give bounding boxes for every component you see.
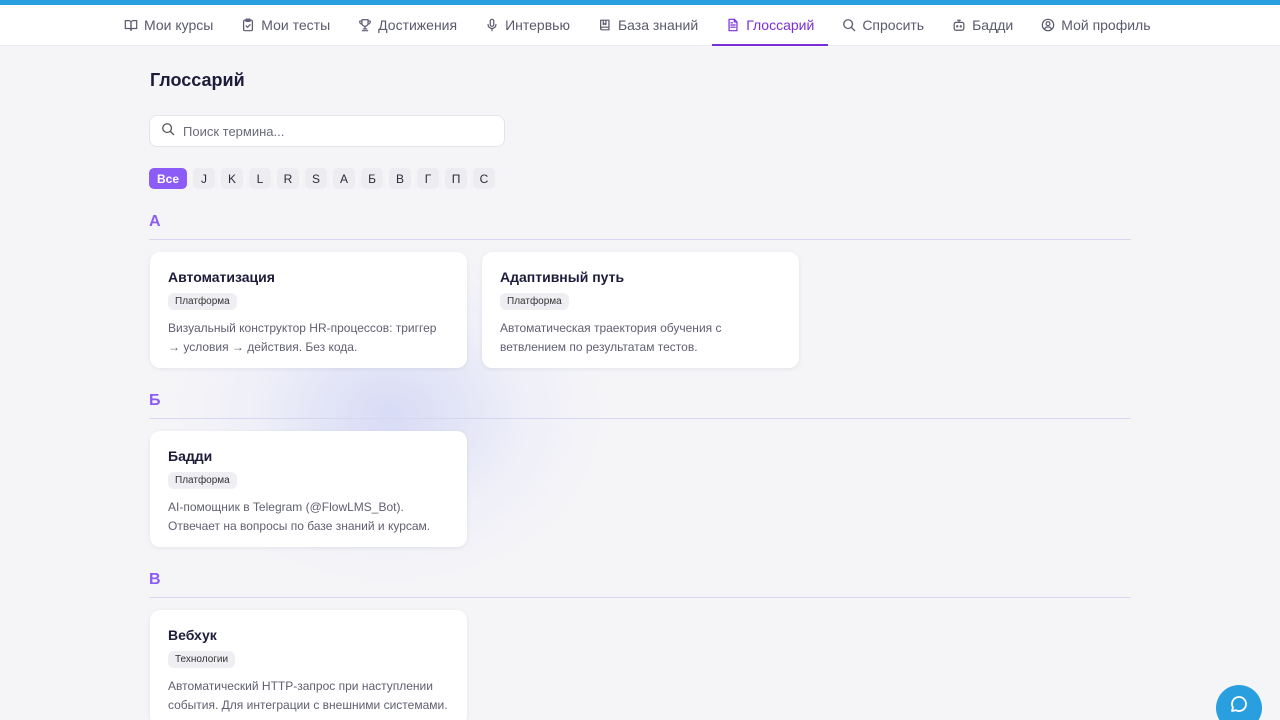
letter-filter-button[interactable]: R — [277, 168, 300, 189]
nav-item-label: Мои курсы — [144, 17, 214, 33]
nav-item-label: Бадди — [972, 17, 1014, 33]
nav-item-interview[interactable]: Интервью — [471, 5, 584, 45]
term-category-badge: Платформа — [168, 293, 237, 310]
search-icon — [161, 122, 175, 141]
term-title: Бадди — [168, 448, 213, 464]
nav-item-ask[interactable]: Спросить — [828, 5, 938, 45]
nav-item-my-profile[interactable]: Мой профиль — [1027, 5, 1164, 45]
term-category-badge: Платформа — [500, 293, 569, 310]
term-title: Адаптивный путь — [500, 269, 625, 285]
nav-item-my-courses[interactable]: Мои курсы — [110, 5, 227, 45]
nav-item-label: Спросить — [862, 17, 925, 33]
search-box[interactable] — [149, 115, 505, 147]
section-divider — [149, 418, 1131, 419]
term-title: Автоматизация — [168, 269, 275, 285]
letter-filter-button[interactable]: S — [305, 168, 328, 189]
nav-item-achievements[interactable]: Достижения — [344, 5, 471, 45]
microphone-icon — [485, 18, 499, 32]
term-card[interactable]: Бадди Платформа AI-помощник в Telegram (… — [150, 431, 467, 547]
page-title: Глоссарий — [150, 70, 245, 90]
term-description: AI-помощник в Telegram (@FlowLMS_Bot). О… — [168, 500, 431, 533]
search-icon — [842, 18, 856, 32]
letter-filter-button[interactable]: П — [445, 168, 468, 189]
user-circle-icon — [1041, 18, 1055, 32]
nav-item-label: Глоссарий — [746, 17, 815, 33]
search-input[interactable] — [183, 123, 483, 139]
nav-item-buddy[interactable]: Бадди — [938, 5, 1027, 45]
nav-item-my-tests[interactable]: Мои тесты — [227, 5, 344, 45]
section-heading: Б — [149, 392, 161, 409]
letter-filter-button[interactable]: K — [221, 168, 244, 189]
term-card[interactable]: Автоматизация Платформа Визуальный конст… — [150, 252, 467, 368]
nav-item-label: Интервью — [505, 17, 570, 33]
term-category-badge: Технологии — [168, 651, 236, 668]
book-icon — [598, 18, 612, 32]
letter-filter-button[interactable]: J — [193, 168, 216, 189]
term-card[interactable]: Адаптивный путь Платформа Автоматическая… — [482, 252, 799, 368]
letter-filter-button[interactable]: С — [473, 168, 496, 189]
nav-item-label: Мой профиль — [1061, 17, 1151, 33]
nav-item-label: База знаний — [617, 17, 699, 33]
file-text-icon — [726, 18, 740, 32]
clipboard-check-icon — [241, 18, 255, 32]
section-heading: В — [149, 571, 161, 588]
letter-filter: Все J K L R S А Б В Г П С — [149, 168, 496, 189]
section-divider — [149, 239, 1131, 240]
term-card[interactable]: Вебхук Технологии Автоматический HTTP-за… — [150, 610, 467, 720]
main-navigation: Мои курсы Мои тесты Достижения Интервью … — [0, 5, 1280, 46]
trophy-icon — [358, 18, 372, 32]
book-open-icon — [124, 18, 138, 32]
nav-item-knowledge-base[interactable]: База знаний — [584, 5, 712, 45]
letter-filter-button[interactable]: В — [389, 168, 412, 189]
letter-filter-button[interactable]: Г — [417, 168, 440, 189]
nav-item-glossary[interactable]: Глоссарий — [712, 5, 829, 46]
nav-item-label: Достижения — [378, 17, 458, 33]
chat-button[interactable] — [1216, 685, 1262, 720]
nav-item-label: Мои тесты — [261, 17, 331, 33]
section-heading: А — [149, 213, 161, 230]
chat-bubble-icon — [1229, 695, 1249, 719]
letter-filter-button[interactable]: А — [333, 168, 356, 189]
bot-icon — [952, 18, 966, 32]
term-description: Автоматический HTTP-запрос при наступлен… — [168, 679, 448, 712]
letter-filter-button[interactable]: L — [249, 168, 272, 189]
term-category-badge: Платформа — [168, 472, 237, 489]
letter-filter-button[interactable]: Б — [361, 168, 384, 189]
term-description: Автоматическая траектория обучения с вет… — [500, 321, 722, 354]
term-description: Визуальный конструктор HR-процессов: три… — [168, 321, 437, 354]
letter-filter-all[interactable]: Все — [149, 168, 188, 189]
section-divider — [149, 597, 1131, 598]
term-title: Вебхук — [168, 627, 217, 643]
